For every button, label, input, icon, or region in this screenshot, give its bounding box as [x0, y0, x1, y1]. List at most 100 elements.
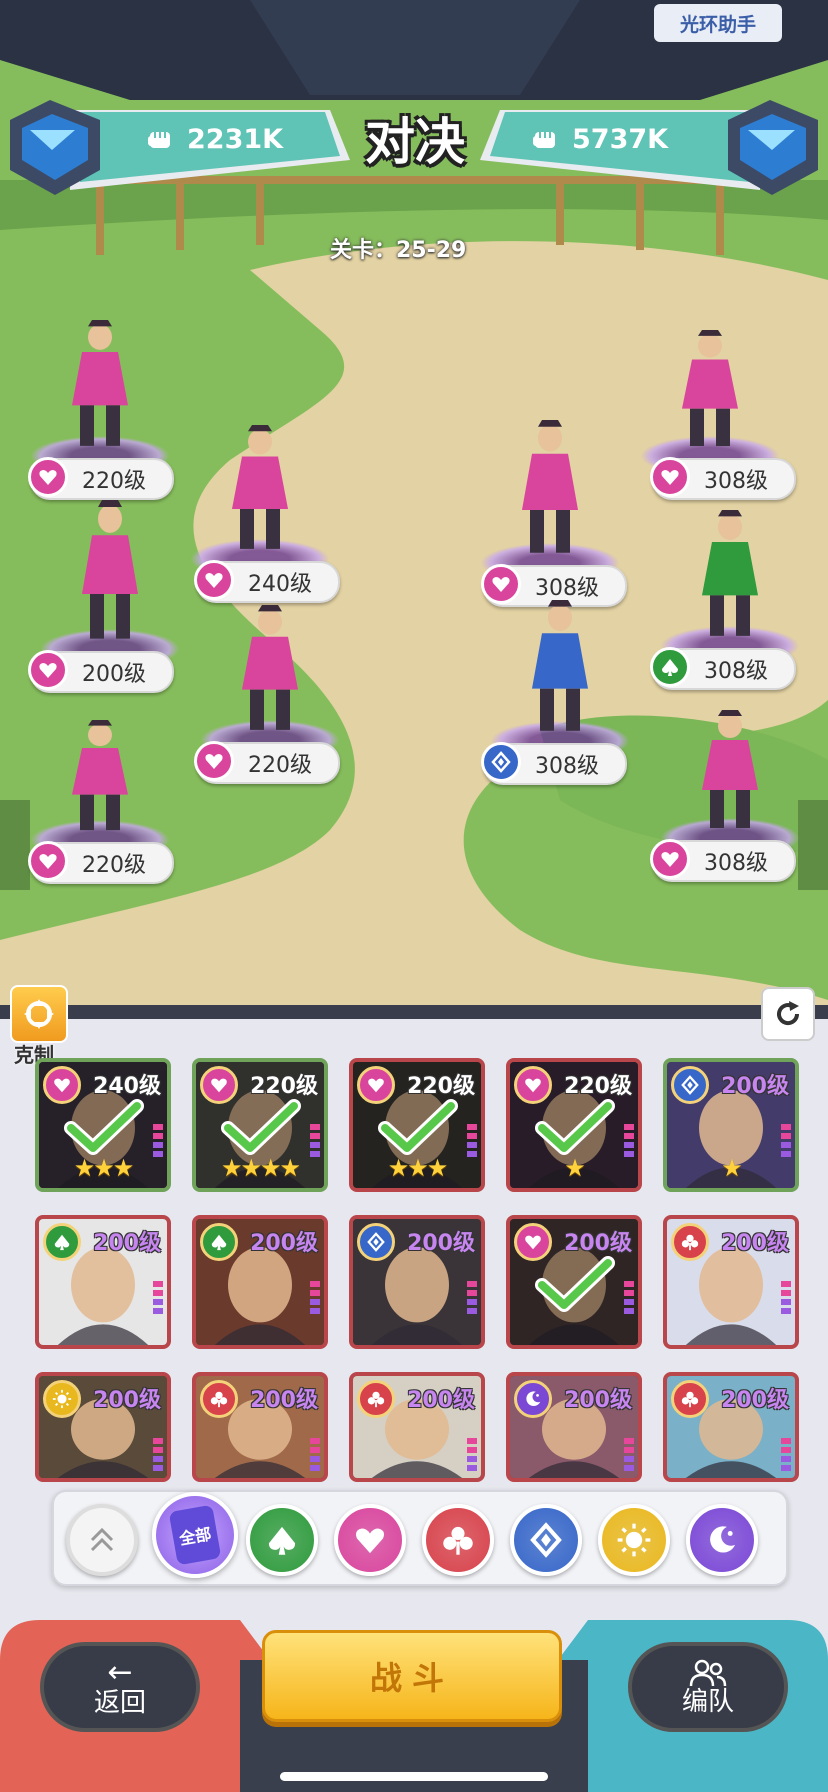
fist-icon [148, 132, 170, 148]
counter-icon [24, 999, 54, 1029]
hero-card[interactable]: 200级 [506, 1215, 642, 1349]
halo-helper-button[interactable]: 光环助手 [654, 4, 782, 42]
player-hero-figure[interactable] [210, 425, 310, 551]
hero-card-stars: ★ [564, 1154, 586, 1182]
heart-faction-icon [481, 564, 521, 604]
faction-filter-bar: 全部 [52, 1490, 788, 1586]
hero-level: 220级 [248, 753, 312, 778]
hero-card-level: 200级 [564, 1231, 632, 1256]
player-power: 2231K [145, 114, 283, 164]
enemy-hero-level-pill: 308级 [650, 457, 796, 500]
enemy-hero-figure[interactable] [680, 710, 780, 830]
filter-moon-button[interactable] [686, 1504, 758, 1576]
hero-card[interactable]: 200级 [35, 1372, 171, 1482]
enemy-hero-level-pill: 308级 [481, 742, 627, 785]
battlefield: 光环助手 2231K 对决 5737K 关卡：25-29 220级 240级 2… [0, 0, 828, 1005]
sun-faction-icon [43, 1380, 81, 1418]
hero-card-skill-bars [310, 1281, 320, 1317]
hero-card[interactable]: 200级 ★ [663, 1058, 799, 1192]
spade-faction-icon [650, 647, 690, 687]
spade-icon [268, 1526, 296, 1555]
hero-card-skill-bars [624, 1438, 634, 1474]
club-faction-icon [671, 1223, 709, 1261]
hero-card[interactable]: 200级 [35, 1215, 171, 1349]
heart-faction-icon [28, 841, 68, 881]
heart-faction-icon [28, 650, 68, 690]
filter-diamond-button[interactable] [510, 1504, 582, 1576]
diamond-icon [530, 1522, 562, 1558]
hero-card-level: 200级 [721, 1231, 789, 1256]
player-hero-level-pill: 200级 [28, 650, 174, 693]
hero-level: 308级 [704, 469, 768, 494]
hero-card-level: 200级 [564, 1388, 632, 1413]
player-hero-figure[interactable] [60, 500, 160, 641]
hero-card[interactable]: 200级 [663, 1372, 799, 1482]
player-hero-figure[interactable] [50, 720, 150, 832]
hero-card[interactable]: 200级 [506, 1372, 642, 1482]
refresh-button[interactable] [761, 987, 815, 1041]
hero-card-skill-bars [153, 1438, 163, 1474]
heart-faction-icon [28, 457, 68, 497]
filter-spade-button[interactable] [246, 1504, 318, 1576]
hero-card[interactable]: 220级 ★★★ [349, 1058, 485, 1192]
moon-faction-icon [514, 1380, 552, 1418]
enemy-hero-figure[interactable] [660, 330, 760, 448]
filter-all-button[interactable]: 全部 [152, 1492, 238, 1578]
hero-level: 308级 [535, 576, 599, 601]
hero-card-skill-bars [153, 1281, 163, 1317]
hero-card-level: 220级 [564, 1074, 632, 1099]
hero-card[interactable]: 200级 [349, 1215, 485, 1349]
chevron-up-icon [90, 1527, 114, 1552]
hero-card[interactable]: 200级 [192, 1372, 328, 1482]
player-hero-level-pill: 220级 [28, 841, 174, 884]
collapse-button[interactable] [66, 1504, 138, 1576]
player-hero-figure[interactable] [220, 605, 320, 732]
hero-card[interactable]: 220级 ★ [506, 1058, 642, 1192]
filter-heart-button[interactable] [334, 1504, 406, 1576]
filter-club-button[interactable] [422, 1504, 494, 1576]
spade-faction-icon [43, 1223, 81, 1261]
filter-sun-button[interactable] [598, 1504, 670, 1576]
hero-card-level: 200级 [721, 1074, 789, 1099]
club-faction-icon [671, 1380, 709, 1418]
panel-divider [0, 1005, 828, 1019]
hero-card[interactable]: 240级 ★★★ [35, 1058, 171, 1192]
enemy-hero-level-pill: 308级 [650, 839, 796, 882]
enemy-hero-figure[interactable] [510, 600, 610, 733]
enemy-hero-figure[interactable] [680, 510, 780, 638]
fight-button[interactable]: 战斗 [262, 1630, 562, 1722]
back-button[interactable]: ← 返回 [40, 1642, 200, 1732]
filter-all-label: 全部 [168, 1504, 222, 1566]
diamond-faction-icon [357, 1223, 395, 1261]
team-formation-button[interactable]: 编队 [628, 1642, 788, 1732]
hero-card[interactable]: 220级 ★★★★ [192, 1058, 328, 1192]
counter-button[interactable]: 克制 [10, 985, 70, 1067]
hero-card[interactable]: 200级 [349, 1372, 485, 1482]
player-hero-level-pill: 220级 [194, 741, 340, 784]
hero-card[interactable]: 200级 [192, 1215, 328, 1349]
refresh-icon [777, 1001, 800, 1026]
club-faction-icon [200, 1380, 238, 1418]
sun-icon [617, 1523, 651, 1557]
player-hero-figure[interactable] [50, 320, 150, 448]
diamond-faction-icon [481, 742, 521, 782]
hero-level: 220级 [82, 469, 146, 494]
hero-card-level: 220级 [250, 1074, 318, 1099]
hero-card[interactable]: 200级 [663, 1215, 799, 1349]
moon-icon [710, 1526, 736, 1553]
hero-level: 308级 [704, 851, 768, 876]
heart-faction-icon [194, 741, 234, 781]
back-arrow-icon: ← [107, 1655, 133, 1691]
enemy-hero-figure[interactable] [500, 420, 600, 555]
hero-card-skill-bars [781, 1281, 791, 1317]
club-faction-icon [357, 1380, 395, 1418]
hero-level: 220级 [82, 853, 146, 878]
hero-card-level: 220级 [407, 1074, 475, 1099]
hero-level: 308级 [535, 754, 599, 779]
heart-icon [355, 1528, 385, 1554]
page-title: 对决 [365, 113, 465, 171]
hero-card-level: 200级 [407, 1388, 475, 1413]
bottom-action-bar: ← 返回 战斗 编队 [0, 1600, 828, 1792]
check-icon [221, 1099, 301, 1155]
hero-card-stars: ★★★ [73, 1154, 135, 1182]
